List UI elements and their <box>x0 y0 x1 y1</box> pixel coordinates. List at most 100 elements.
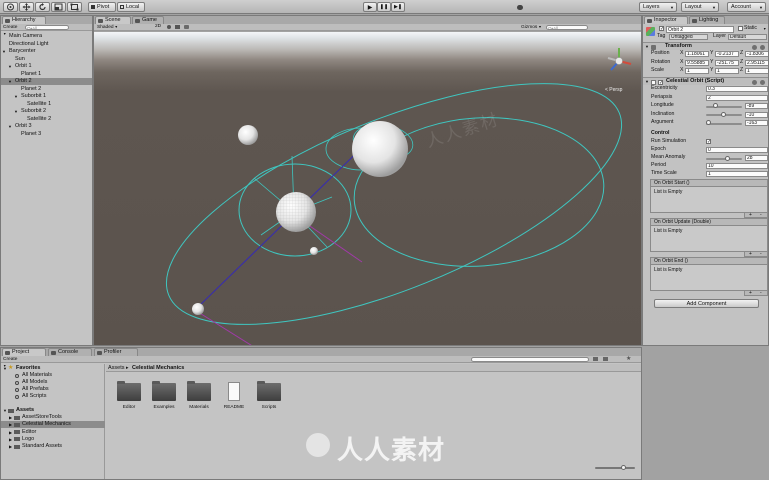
icon-size-slider-knob[interactable] <box>621 464 626 470</box>
tag-dropdown[interactable]: Untagged <box>669 34 708 40</box>
help-icon[interactable] <box>752 79 757 85</box>
hierarchy-search-input[interactable]: Q•All <box>25 24 69 30</box>
tab-hierarchy[interactable]: Hierarchy <box>2 16 46 24</box>
plus-icon[interactable]: + <box>749 291 752 296</box>
favorites-item[interactable]: All Materials <box>1 372 105 379</box>
tab-console[interactable]: Console <box>48 348 92 356</box>
hierarchy-item[interactable]: ▼ Barycenter <box>1 48 92 55</box>
project-create-button[interactable]: Create ▼ <box>3 356 20 368</box>
tab-project[interactable]: Project <box>2 348 46 356</box>
step-button[interactable]: ▶❚ <box>391 2 405 12</box>
mean-anomaly-slider-knob[interactable] <box>724 155 730 161</box>
hierarchy-create-button[interactable]: Create ▼ <box>3 24 20 36</box>
hierarchy-item[interactable]: ▼ Suborbit 1 <box>1 93 92 100</box>
breadcrumb-current[interactable]: Celestial Mechanics <box>132 364 184 372</box>
hierarchy-item[interactable]: Planet 3 <box>1 131 92 138</box>
asset-folder-item[interactable]: ▶ Logo <box>1 436 105 443</box>
pivot-toggle[interactable]: Pivot <box>88 2 116 12</box>
scale-z-field[interactable]: 1 <box>745 68 768 74</box>
orbit-field-value[interactable]: -163 <box>745 120 768 126</box>
favorites-header[interactable]: ▼ ★ Favorites <box>1 365 104 372</box>
tab-lighting[interactable]: Lighting <box>689 16 725 24</box>
hierarchy-item[interactable]: Planet 2 <box>1 86 92 93</box>
rotate-tool-button[interactable] <box>35 2 50 12</box>
active-checkbox[interactable]: ✓ <box>659 26 664 32</box>
local-toggle[interactable]: Local <box>117 2 145 12</box>
scale-tool-button[interactable] <box>51 2 66 12</box>
rotation-y-field[interactable]: -251.75 <box>715 59 739 66</box>
settings-gear-icon[interactable] <box>760 44 765 50</box>
scale-x-field[interactable]: 1 <box>685 68 709 74</box>
scale-y-field[interactable]: 1 <box>715 68 739 74</box>
time-scale-field[interactable]: 1 <box>706 171 768 177</box>
expand-arrow-icon[interactable]: ▼ <box>8 63 12 70</box>
asset-folder-item[interactable]: ▶ Standard Assets <box>1 443 105 450</box>
position-x-field[interactable]: 1.18061 <box>685 51 709 57</box>
object-name-field[interactable]: Orbit 2 <box>666 25 734 33</box>
asset-folder-item[interactable]: ▶ AssetStoreTools <box>1 414 105 421</box>
2d-toggle[interactable]: 2D <box>155 24 165 30</box>
expand-arrow-icon[interactable]: ▼ <box>8 78 12 85</box>
layer-dropdown[interactable]: Default <box>728 34 767 40</box>
orbit-field-slider-knob[interactable] <box>720 111 726 117</box>
minus-icon[interactable]: - <box>760 252 762 257</box>
asset-item[interactable]: Materials <box>184 379 214 413</box>
static-checkbox[interactable] <box>738 26 743 31</box>
orbit-field-slider[interactable] <box>706 122 742 125</box>
plus-icon[interactable]: + <box>749 213 752 218</box>
orbit-field-value[interactable]: -89 <box>745 103 768 109</box>
hierarchy-item[interactable]: Main Camera <box>1 33 92 40</box>
transform-header[interactable]: ▼ Transform <box>643 42 768 50</box>
expand-arrow-icon[interactable]: ▼ <box>14 93 18 100</box>
filter-by-type-icon[interactable] <box>593 357 598 361</box>
run-simulation-checkbox[interactable]: ✓ <box>706 139 711 145</box>
pause-button[interactable]: ❚❚ <box>377 2 391 12</box>
tab-scene[interactable]: Scene <box>95 16 131 24</box>
projection-label[interactable]: < Persp <box>605 87 622 93</box>
period-field[interactable]: 10 <box>706 163 768 169</box>
expand-arrow-icon[interactable]: ▼ <box>2 48 6 55</box>
star-icon[interactable]: ★ <box>626 355 631 362</box>
plus-icon[interactable]: + <box>749 252 752 257</box>
asset-folder-item[interactable]: ▶ Editor <box>1 429 105 436</box>
add-component-button[interactable]: Add Component <box>654 299 759 308</box>
play-button[interactable]: ▶ <box>363 2 377 12</box>
layout-dropdown[interactable]: Layout ▼ <box>681 2 719 12</box>
planet-3-body[interactable] <box>192 303 204 315</box>
assets-header[interactable]: ▼ Assets <box>1 407 104 414</box>
cloud-icon[interactable] <box>517 5 523 10</box>
asset-folder-item[interactable]: ▶ Celestial Mechanics <box>1 421 105 429</box>
satellite-body[interactable] <box>238 125 258 145</box>
hierarchy-item[interactable]: ▼ Orbit 2 <box>1 78 92 85</box>
layers-dropdown[interactable]: Layers ▼ <box>639 2 677 12</box>
rotation-x-field[interactable]: 9.55885 <box>685 59 709 66</box>
hierarchy-item[interactable]: Satellite 1 <box>1 101 92 108</box>
tab-profiler[interactable]: Profiler <box>94 348 138 356</box>
favorites-item[interactable]: All Prefabs <box>1 386 105 393</box>
expand-arrow-icon[interactable]: ▼ <box>14 108 18 115</box>
settings-gear-icon[interactable] <box>760 79 765 85</box>
orientation-gizmo[interactable] <box>604 46 634 78</box>
account-dropdown[interactable]: Account ▼ <box>727 2 766 12</box>
expand-arrow-icon[interactable]: ▶ <box>9 429 12 436</box>
planet-2-body[interactable] <box>352 121 408 177</box>
hierarchy-item[interactable]: ▼ Orbit 3 <box>1 123 92 130</box>
orbit-field-value[interactable]: 2 <box>706 94 768 101</box>
hierarchy-item[interactable]: Sun <box>1 56 92 63</box>
orbit-field-value[interactable]: -10 <box>745 111 768 118</box>
hierarchy-item[interactable]: Satellite 2 <box>1 116 92 123</box>
hierarchy-item[interactable]: ▼ Suborbit 2 <box>1 108 92 115</box>
position-y-field[interactable]: -0.2137 <box>715 51 739 57</box>
expand-arrow-icon[interactable]: ▶ <box>9 421 12 428</box>
shading-mode-dropdown[interactable]: Shaded ▼ <box>97 24 123 30</box>
epoch-field[interactable]: 0 <box>706 147 768 153</box>
minus-icon[interactable]: - <box>760 213 762 218</box>
filter-by-label-icon[interactable] <box>603 357 608 361</box>
asset-item[interactable]: Examples <box>149 379 179 413</box>
minus-icon[interactable]: - <box>760 291 762 296</box>
orbit-field-value[interactable]: 0.3 <box>706 86 768 92</box>
tab-game[interactable]: Game <box>132 16 164 24</box>
gizmos-dropdown[interactable]: Gizmos ▼ <box>521 24 543 30</box>
move-tool-button[interactable] <box>19 2 34 12</box>
rect-tool-button[interactable] <box>67 2 82 12</box>
